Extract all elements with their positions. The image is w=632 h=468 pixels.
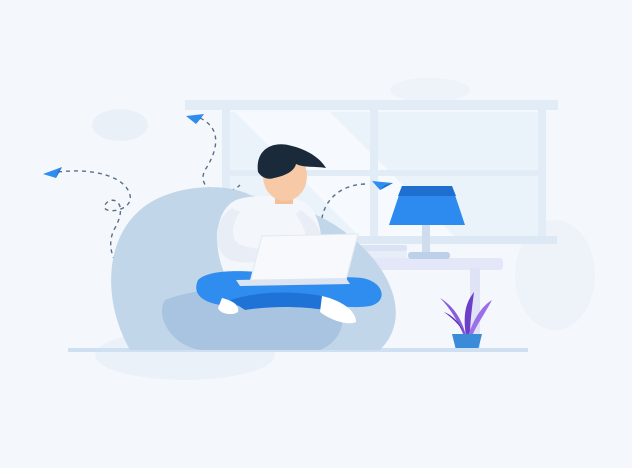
- illustration-canvas: [43, 78, 595, 380]
- plant-icon: [440, 292, 492, 350]
